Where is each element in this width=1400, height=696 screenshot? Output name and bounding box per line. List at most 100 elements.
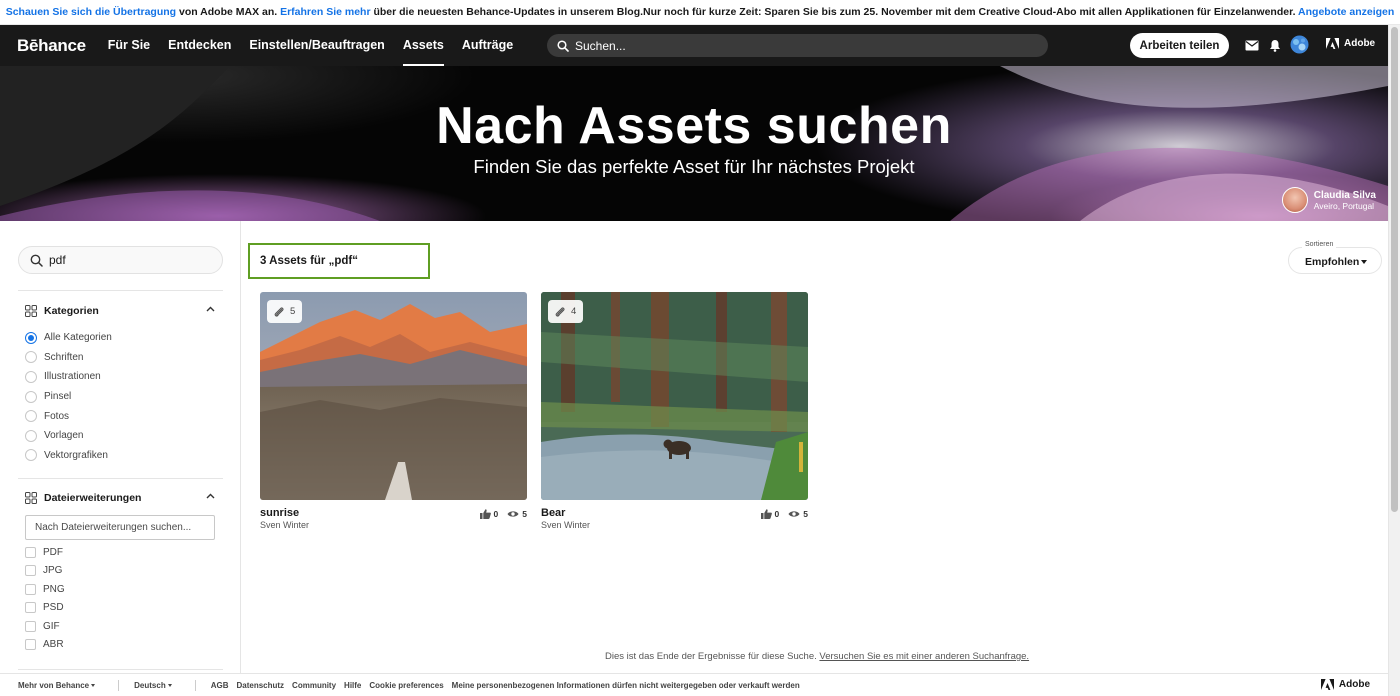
asset-search-input[interactable]: [49, 253, 209, 267]
checkbox[interactable]: [25, 620, 36, 632]
chevron-up-icon[interactable]: [206, 306, 215, 312]
asset-author[interactable]: Sven Winter: [260, 520, 527, 530]
extension-label: GIF: [43, 620, 60, 632]
hero-credit[interactable]: Claudia Silva Aveiro, Portugal: [1281, 187, 1376, 213]
footer-link-privacy[interactable]: Datenschutz: [236, 681, 284, 690]
footer-language-label: Deutsch: [134, 680, 166, 690]
nav-links: Für Sie Entdecken Einstellen/Beauftragen…: [108, 25, 531, 66]
footer-more-behance[interactable]: Mehr von Behance: [18, 681, 96, 690]
search-icon: [557, 39, 569, 52]
asset-thumbnail[interactable]: 5: [260, 292, 527, 500]
nav-link-hire[interactable]: Einstellen/Beauftragen: [249, 25, 384, 66]
asset-card: 5 sunrise Sven Winter 0 5: [260, 292, 527, 530]
category-label: Vorlagen: [44, 430, 84, 442]
nav-link-discover[interactable]: Entdecken: [168, 25, 231, 66]
grid-icon: [25, 305, 37, 317]
sort-value: Empfohlen: [1305, 256, 1360, 268]
extensions-header[interactable]: Dateierweiterungen: [25, 489, 215, 507]
category-option-all[interactable]: Alle Kategorien: [25, 328, 112, 348]
extension-list: PDF JPG PNG PSD GIF ABR: [25, 543, 65, 654]
share-work-button[interactable]: Arbeiten teilen: [1130, 33, 1229, 58]
footer-link-help[interactable]: Hilfe: [344, 681, 361, 690]
footer-link-community[interactable]: Community: [292, 681, 336, 690]
view-count: 5: [788, 509, 808, 519]
extension-option-png[interactable]: PNG: [25, 580, 65, 599]
category-option-templates[interactable]: Vorlagen: [25, 426, 112, 446]
attachment-count: 5: [290, 306, 296, 317]
promo-banner: Schauen Sie sich die Übertragung von Ado…: [0, 0, 1400, 25]
radio-button[interactable]: [25, 370, 37, 383]
nav-link-assets[interactable]: Assets: [402, 25, 444, 66]
footer-separator: [194, 679, 196, 691]
extension-label: ABR: [43, 639, 64, 651]
categories-header[interactable]: Kategorien: [25, 302, 215, 320]
hero-subtitle: Finden Sie das perfekte Asset für Ihr nä…: [473, 156, 915, 177]
category-option-brushes[interactable]: Pinsel: [25, 387, 112, 407]
footer-adobe-link[interactable]: Adobe: [1320, 679, 1370, 690]
behance-logo[interactable]: Bēhance: [17, 36, 86, 56]
radio-button[interactable]: [25, 449, 37, 462]
checkbox[interactable]: [25, 583, 36, 595]
eye-icon: [507, 511, 519, 517]
promo-link-broadcast[interactable]: Schauen Sie sich die Übertragung: [6, 6, 176, 18]
paperclip-icon: [274, 307, 284, 317]
adobe-logo-icon: [1326, 38, 1339, 49]
radio-button[interactable]: [25, 410, 37, 423]
category-option-fonts[interactable]: Schriften: [25, 348, 112, 368]
checkbox[interactable]: [25, 639, 36, 651]
filter-sidebar: Kategorien Alle Kategorien Schriften Ill…: [0, 221, 241, 673]
footer-link-cookies[interactable]: Cookie preferences: [369, 681, 443, 690]
extension-option-psd[interactable]: PSD: [25, 599, 65, 618]
extension-option-jpg[interactable]: JPG: [25, 562, 65, 581]
category-label: Fotos: [44, 410, 70, 422]
extensions-search-input[interactable]: [25, 515, 215, 540]
radio-button[interactable]: [25, 390, 37, 403]
nav-link-for-you[interactable]: Für Sie: [108, 25, 150, 66]
nav-link-jobs[interactable]: Aufträge: [462, 25, 513, 66]
radio-button[interactable]: [25, 351, 37, 364]
thumbs-up-icon: [479, 509, 491, 519]
scrollbar-thumb[interactable]: [1391, 27, 1398, 512]
global-search-bar[interactable]: [547, 34, 1048, 57]
category-label: Illustrationen: [44, 371, 101, 383]
thumbs-up-icon: [760, 509, 772, 519]
category-option-illustrations[interactable]: Illustrationen: [25, 367, 112, 387]
category-option-vectors[interactable]: Vektorgrafiken: [25, 446, 112, 466]
footer-link-terms[interactable]: AGB: [211, 681, 229, 690]
extension-option-abr[interactable]: ABR: [25, 636, 65, 655]
mail-icon[interactable]: [1244, 37, 1260, 53]
adobe-link[interactable]: Adobe: [1326, 38, 1375, 49]
grid-icon: [25, 492, 37, 504]
promo-link-learn-more[interactable]: Erfahren Sie mehr: [280, 6, 370, 18]
checkbox[interactable]: [25, 602, 36, 614]
asset-image-sunrise: [260, 292, 527, 500]
checkbox[interactable]: [25, 546, 36, 558]
extension-option-pdf[interactable]: PDF: [25, 543, 65, 562]
like-value: 0: [774, 509, 780, 519]
caret-down-icon: [91, 683, 96, 687]
extension-option-gif[interactable]: GIF: [25, 617, 65, 636]
category-option-photos[interactable]: Fotos: [25, 406, 112, 426]
footer-language[interactable]: Deutsch: [134, 681, 172, 690]
promo-link-offers[interactable]: Angebote anzeigen: [1298, 6, 1394, 18]
asset-search-box[interactable]: [18, 246, 223, 274]
sort-dropdown[interactable]: Sortieren Empfohlen: [1288, 241, 1382, 274]
user-avatar[interactable]: [1290, 35, 1309, 54]
asset-author[interactable]: Sven Winter: [541, 520, 808, 530]
radio-button[interactable]: [25, 331, 37, 344]
try-other-search-link[interactable]: Versuchen Sie es mit einer anderen Sucha…: [819, 651, 1029, 662]
attachment-count: 4: [571, 306, 577, 317]
eye-icon: [788, 511, 800, 517]
radio-button[interactable]: [25, 429, 37, 442]
bell-icon[interactable]: [1267, 37, 1283, 53]
asset-thumbnail[interactable]: 4: [541, 292, 808, 500]
chevron-up-icon[interactable]: [206, 493, 215, 499]
promo-text-1: von Adobe MAX an.: [176, 6, 281, 18]
caret-down-icon: [167, 683, 172, 687]
footer-link-do-not-sell[interactable]: Meine personenbezogenen Informationen dü…: [452, 681, 800, 690]
global-search-input[interactable]: [575, 38, 995, 53]
checkbox[interactable]: [25, 565, 36, 577]
extension-label: PNG: [43, 583, 65, 595]
page-scrollbar[interactable]: [1388, 25, 1400, 696]
extension-label: PSD: [43, 602, 64, 614]
